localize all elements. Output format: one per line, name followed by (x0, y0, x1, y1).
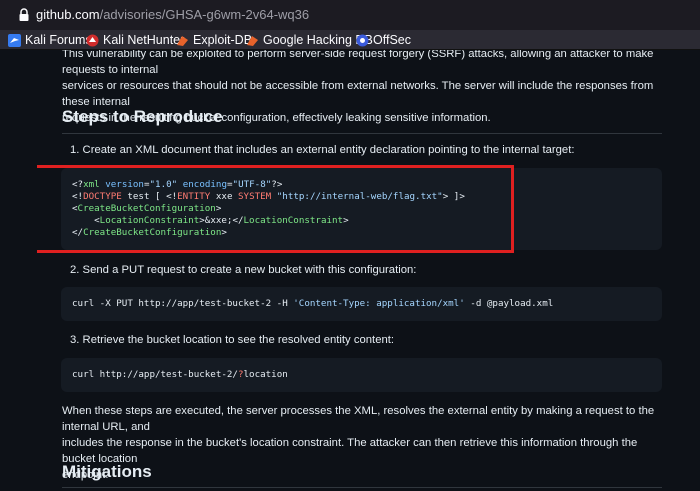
url-host: github.com (36, 7, 100, 22)
intro-line: This vulnerability can be exploited to p… (62, 50, 654, 76)
bookmark-label: Kali Forums (25, 33, 92, 47)
step-2-text: 2. Send a PUT request to create a new bu… (70, 264, 417, 276)
step-1-text: 1. Create an XML document that includes … (70, 144, 575, 156)
ghdb-icon (247, 35, 258, 46)
bookmark-kali-nethunter[interactable]: Kali NetHunter (86, 32, 184, 48)
bookmark-label: Exploit-DB (193, 33, 253, 47)
bookmark-exploit-db[interactable]: Exploit-DB (176, 32, 252, 48)
code-block-put[interactable]: curl -X PUT http://app/test-bucket-2 -H … (61, 287, 662, 321)
kali-dragon-icon (8, 33, 21, 47)
exploit-db-icon (177, 35, 188, 46)
bookmark-offsec[interactable]: OffSec (356, 32, 411, 48)
mitigations-heading: Mitigations (62, 462, 152, 481)
code-token: 'Content-Type: application/xml' (293, 298, 465, 309)
bookmark-label: Kali NetHunter (103, 33, 185, 47)
code-token: curl -X PUT http://app/test-bucket-2 -H (72, 298, 294, 309)
code-token: -d @payload.xml (464, 298, 554, 309)
lock-icon (19, 8, 29, 21)
outro-line: When these steps are executed, the serve… (62, 405, 655, 433)
step-3-text: 3. Retrieve the bucket location to see t… (70, 334, 395, 346)
bookmark-label: OffSec (373, 33, 411, 47)
code-token: location (243, 369, 288, 380)
heading-divider (62, 487, 662, 488)
url-text[interactable]: github.com/advisories/GHSA-g6wm-2v64-wq3… (36, 7, 309, 22)
offsec-icon (356, 34, 369, 46)
heading-divider (62, 133, 662, 134)
put-command: curl -X PUT http://app/test-bucket-2 -H … (72, 298, 553, 310)
highlight-annotation-box (37, 165, 514, 253)
url-path: /advisories/GHSA-g6wm-2v64-wq36 (99, 7, 310, 22)
outro-paragraph: When these steps are executed, the serve… (62, 403, 662, 483)
bookmark-google-hacking-db[interactable]: Google Hacking DB (246, 32, 373, 48)
code-block-get[interactable]: curl http://app/test-bucket-2/?location (61, 358, 662, 392)
bookmarks-toolbar: Kali Forums Kali NetHunter Exploit-DB Go… (0, 30, 700, 50)
browser-address-bar[interactable]: github.com/advisories/GHSA-g6wm-2v64-wq3… (0, 0, 700, 30)
outro-line: includes the response in the bucket's lo… (62, 437, 638, 465)
intro-line: services or resources that should not be… (62, 80, 654, 108)
steps-heading: Steps to Reproduce (62, 107, 223, 126)
advisory-content: This vulnerability can be exploited to p… (37, 50, 700, 491)
bookmark-kali-forums[interactable]: Kali Forums (8, 32, 92, 48)
left-gutter (0, 50, 37, 491)
code-token: curl http://app/test-bucket-2/ (72, 369, 238, 380)
nethunter-icon (86, 34, 99, 46)
get-command: curl http://app/test-bucket-2/?location (72, 369, 288, 381)
